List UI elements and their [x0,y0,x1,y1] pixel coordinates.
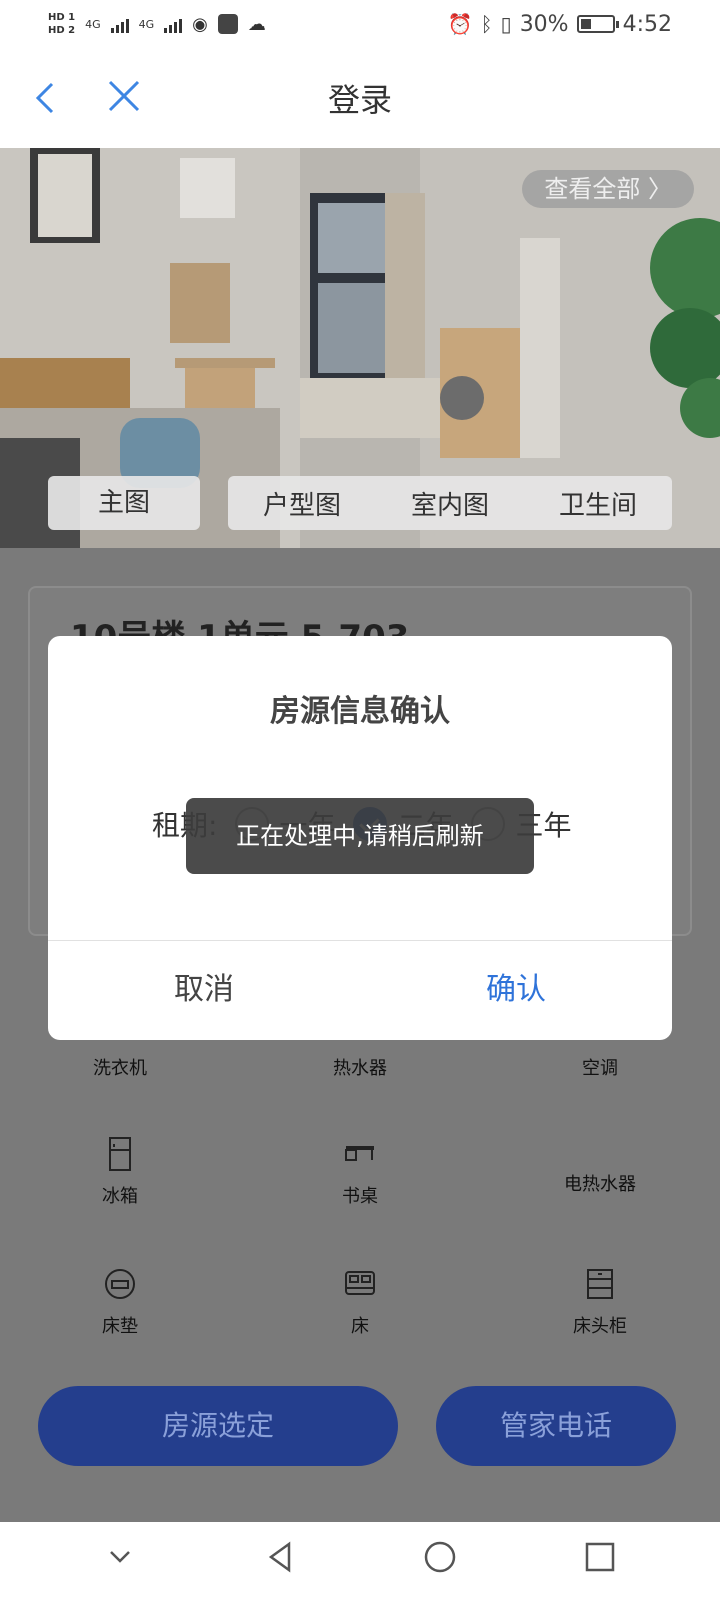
signal-icon [164,15,183,33]
hd-indicator: HD 1 HD 2 [48,11,75,37]
amenity-label: 书桌 [342,1186,378,1207]
amenity-bed: 床 [240,1264,480,1338]
amenity-nightstand: 床头柜 [480,1264,720,1338]
amenity-label: 洗衣机 [93,1058,147,1079]
tab-bathroom[interactable]: 卫生间 [559,485,637,522]
status-bar: HD 1 HD 2 4G 4G ◉ ☁ ⏰ ᛒ ▯ 30% 4:52 [0,0,720,48]
cancel-button[interactable]: 取消 [48,940,360,1040]
battery-icon [576,15,619,33]
tab-interior[interactable]: 室内图 [411,485,489,522]
amenity-fridge: 冰箱 [0,1134,240,1208]
amenity-mattress: 床垫 [0,1264,240,1338]
bed-icon [345,1271,375,1295]
dialog-title: 房源信息确认 [270,694,450,729]
status-right: ⏰ ᛒ ▯ 30% 4:52 [448,12,672,37]
clock: 4:52 [622,11,672,37]
navbar: 登录 [0,48,720,148]
nightstand-icon [587,1269,613,1299]
hd1-label: HD 1 [48,12,76,23]
system-nav-bar [0,1522,720,1600]
call-manager-button[interactable]: 管家电话 [436,1386,676,1466]
tab-main-photo[interactable]: 主图 [48,476,200,530]
amenity-water-heater: 热水器 [240,1054,480,1080]
hotspot-icon: ◉ [192,13,208,35]
fridge-icon [109,1137,131,1171]
hero-gallery[interactable]: 查看全部 〉 主图 户型图 室内图 卫生间 [0,148,720,548]
collapse-icon[interactable] [103,1540,137,1583]
alarm-icon: ⏰ [447,12,473,36]
message-icon [217,14,238,34]
close-icon[interactable] [100,72,148,120]
status-left: HD 1 HD 2 4G 4G ◉ ☁ [48,11,266,37]
select-listing-button[interactable]: 房源选定 [38,1386,398,1466]
vibrate-icon: ▯ [500,12,512,36]
view-all-button[interactable]: 查看全部 〉 [522,170,694,208]
recents-icon[interactable] [583,1540,617,1583]
amenities-grid: 洗衣机 热水器 空调 冰箱 书桌 电热水器 床垫 床 床头柜 [0,1040,720,1360]
amenity-label: 空调 [582,1058,618,1079]
net2-label: 4G [138,17,155,31]
amenity-washer: 洗衣机 [0,1054,240,1080]
tab-floor-plan[interactable]: 户型图 [263,485,341,522]
amenity-label: 床垫 [102,1316,138,1337]
amenity-desk: 书桌 [240,1134,480,1208]
bluetooth-icon: ᛒ [480,12,493,36]
page-title: 登录 [327,81,392,119]
net1-label: 4G [85,17,101,31]
desk-icon [345,1146,374,1161]
signal-icon [110,15,129,33]
amenity-label: 电热水器 [564,1174,636,1195]
amenity-label: 冰箱 [102,1186,138,1207]
confirm-button[interactable]: 确认 [360,940,672,1040]
processing-toast: 正在处理中,请稍后刷新 [186,798,534,874]
amenity-air-conditioner: 空调 [480,1054,720,1080]
home-icon[interactable] [423,1540,457,1583]
amenity-label: 热水器 [333,1058,387,1079]
mattress-icon [105,1269,135,1299]
back-nav-icon[interactable] [263,1540,297,1583]
amenity-label: 床 [351,1316,369,1337]
battery-percent: 30% [519,11,569,37]
wechat-icon: ☁ [247,13,266,35]
amenity-electric-water-heater: 电热水器 [480,1170,720,1196]
amenity-label: 床头柜 [573,1316,627,1337]
back-icon[interactable] [30,74,66,122]
hd2-label: HD 2 [48,25,76,36]
photo-tab-group: 户型图 室内图 卫生间 [228,476,672,530]
